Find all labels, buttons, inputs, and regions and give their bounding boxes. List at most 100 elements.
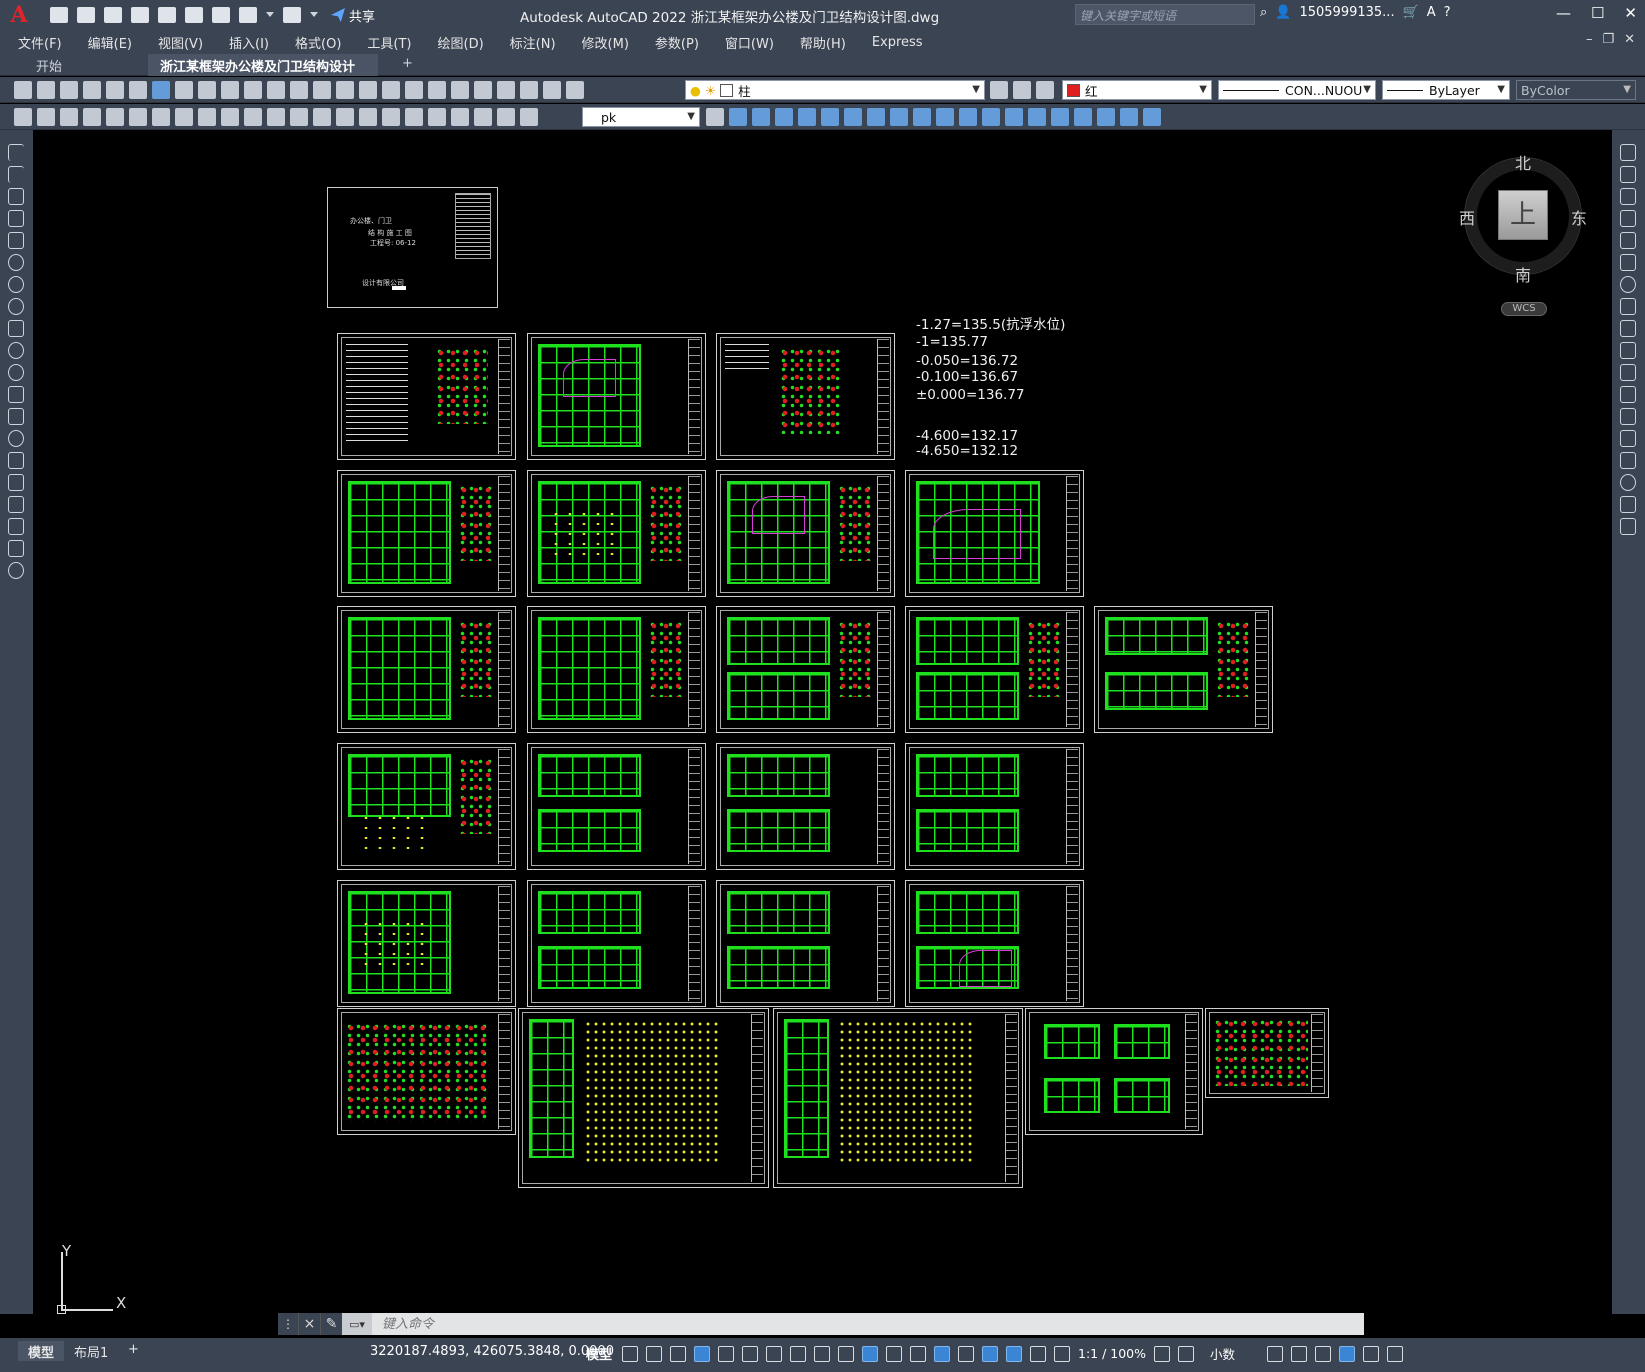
sheet-slab-plan-1[interactable] xyxy=(337,743,516,870)
continue-dim-icon[interactable] xyxy=(313,108,331,126)
mirror-side-icon[interactable] xyxy=(1620,188,1636,205)
sheet-beam-plan-5[interactable] xyxy=(1094,606,1273,733)
zoom-window-icon[interactable] xyxy=(359,81,377,99)
sheet-roof-plan-2[interactable] xyxy=(527,880,706,1007)
autocad-logo-icon[interactable]: A xyxy=(6,2,32,28)
sheet-general-notes[interactable] xyxy=(337,333,516,460)
sheet-pile-details[interactable] xyxy=(716,333,895,460)
array-icon[interactable] xyxy=(867,108,885,126)
plot-tb-icon[interactable] xyxy=(83,81,101,99)
dynamic-input-icon[interactable] xyxy=(694,1345,710,1362)
plotstyle-dropdown[interactable]: ByColor ▼ xyxy=(1516,80,1636,100)
search-input[interactable]: 键入关键字或短语 xyxy=(1075,4,1255,25)
insert-block-left-icon[interactable] xyxy=(8,386,24,403)
color-dropdown[interactable]: 红 ▼ xyxy=(1062,80,1212,100)
help-tb-icon[interactable] xyxy=(543,81,561,99)
text-style-dropdown[interactable]: pk ▼ xyxy=(582,107,700,127)
menu-edit[interactable]: 编辑(E) xyxy=(88,33,132,52)
command-close-icon[interactable]: × xyxy=(298,1313,320,1335)
menu-file[interactable]: 文件(F) xyxy=(18,33,62,52)
sheet-grid-plan-1[interactable] xyxy=(337,470,516,597)
search-icon[interactable]: ⌕ xyxy=(1260,5,1267,20)
construction-line-icon[interactable] xyxy=(8,166,24,183)
compass-north[interactable]: 北 xyxy=(1515,150,1531,174)
insert-block-icon[interactable] xyxy=(14,108,32,126)
arc-length-icon[interactable] xyxy=(129,108,147,126)
menu-help[interactable]: 帮助(H) xyxy=(800,33,846,52)
hardware-acceleration-icon[interactable] xyxy=(1339,1345,1356,1362)
break-icon[interactable] xyxy=(1051,108,1069,126)
spline-icon[interactable] xyxy=(8,320,24,337)
lineweight-icon[interactable] xyxy=(838,1345,854,1362)
array-side-icon[interactable] xyxy=(1620,232,1636,249)
paste-icon[interactable] xyxy=(221,81,239,99)
offset-side-icon[interactable] xyxy=(1620,210,1636,227)
dynamic-ucs-icon[interactable] xyxy=(934,1345,950,1362)
quick-dim-icon[interactable] xyxy=(267,108,285,126)
wcs-menu[interactable]: WCS xyxy=(1501,302,1547,316)
lengthen-icon[interactable] xyxy=(1074,108,1092,126)
compass-south[interactable]: 南 xyxy=(1515,262,1531,286)
linetype-dropdown[interactable]: CON...NUOU ▼ xyxy=(1218,80,1376,100)
fillet-side-icon[interactable] xyxy=(1620,474,1636,491)
selection-filter-icon[interactable] xyxy=(958,1345,974,1362)
table-icon[interactable] xyxy=(8,518,24,535)
redo-tb-icon[interactable] xyxy=(290,81,308,99)
new-tab-button[interactable]: + xyxy=(390,54,425,76)
copy-side-icon[interactable] xyxy=(1620,166,1636,183)
sheet-grid-plan-4[interactable] xyxy=(905,470,1084,597)
calculator-icon[interactable] xyxy=(520,81,538,99)
menu-view[interactable]: 视图(V) xyxy=(158,33,203,52)
undo-dropdown-icon[interactable] xyxy=(266,12,274,18)
group-icon[interactable] xyxy=(1120,108,1138,126)
sheet-grid-plan-2[interactable] xyxy=(527,470,706,597)
doc-minimize-icon[interactable]: – xyxy=(1586,32,1593,47)
cart-icon[interactable]: 🛒 xyxy=(1403,5,1419,20)
cover-sheet[interactable]: 办公楼、门卫 结 构 施 工 图 工程号: 06-12 设计有限公司 xyxy=(327,187,498,308)
account-icon[interactable]: A xyxy=(1427,5,1436,20)
menu-window[interactable]: 窗口(W) xyxy=(725,33,774,52)
trim-icon[interactable] xyxy=(890,108,908,126)
properties-icon[interactable] xyxy=(405,81,423,99)
sheet-stair-details-1[interactable] xyxy=(518,1008,769,1188)
annotation-scale-value[interactable]: 1:1 / 100% xyxy=(1078,1346,1146,1361)
layer-properties-icon[interactable] xyxy=(566,81,584,99)
sheet-roof-plan-3[interactable] xyxy=(716,880,895,1007)
move-side-icon[interactable] xyxy=(1620,254,1636,271)
gradient-icon[interactable] xyxy=(8,474,24,491)
ordinate-dim-icon[interactable] xyxy=(152,108,170,126)
menu-dimension[interactable]: 标注(N) xyxy=(510,33,556,52)
fillet-icon[interactable] xyxy=(936,108,954,126)
tab-active-drawing[interactable]: 浙江某框架办公楼及门卫结构设计图* × xyxy=(148,54,378,94)
selection-cycling-icon[interactable] xyxy=(886,1345,902,1362)
units-value[interactable]: 小数 xyxy=(1210,1344,1235,1363)
line-icon[interactable] xyxy=(8,144,24,161)
help-icon[interactable]: ? xyxy=(1444,5,1451,20)
chamfer-icon[interactable] xyxy=(959,108,977,126)
zoom-realtime-icon[interactable] xyxy=(336,81,354,99)
dim-space-icon[interactable] xyxy=(336,108,354,126)
rotate-side-icon[interactable] xyxy=(1620,276,1636,293)
maximize-icon[interactable]: ☐ xyxy=(1591,4,1604,22)
isodraft-icon[interactable] xyxy=(766,1345,782,1362)
undo-tb-icon[interactable] xyxy=(267,81,285,99)
annotation-visibility-icon[interactable] xyxy=(1006,1345,1022,1362)
revision-cloud-icon[interactable] xyxy=(8,298,24,315)
tab-layout1[interactable]: 布局1 xyxy=(64,1341,118,1361)
sheet-slab-plan-3[interactable] xyxy=(716,743,895,870)
doc-restore-icon[interactable]: ❐ xyxy=(1602,32,1614,47)
blend-curves-icon[interactable] xyxy=(1620,496,1636,513)
tool-palettes-icon[interactable] xyxy=(451,81,469,99)
sheet-grid-plan-3[interactable] xyxy=(716,470,895,597)
angular-dim-icon[interactable] xyxy=(244,108,262,126)
command-line-grip[interactable]: ⋮ xyxy=(278,1313,298,1335)
dim-text-edit-icon[interactable] xyxy=(497,108,515,126)
multiline-text-icon[interactable] xyxy=(8,540,24,557)
hatch-icon[interactable] xyxy=(8,452,24,469)
make-block-icon[interactable] xyxy=(37,108,55,126)
polar-icon[interactable] xyxy=(742,1345,758,1362)
pan-icon[interactable] xyxy=(313,81,331,99)
annotation-scale-icon[interactable] xyxy=(1054,1345,1070,1362)
sheet-set-icon[interactable] xyxy=(474,81,492,99)
rotate-icon[interactable] xyxy=(798,108,816,126)
